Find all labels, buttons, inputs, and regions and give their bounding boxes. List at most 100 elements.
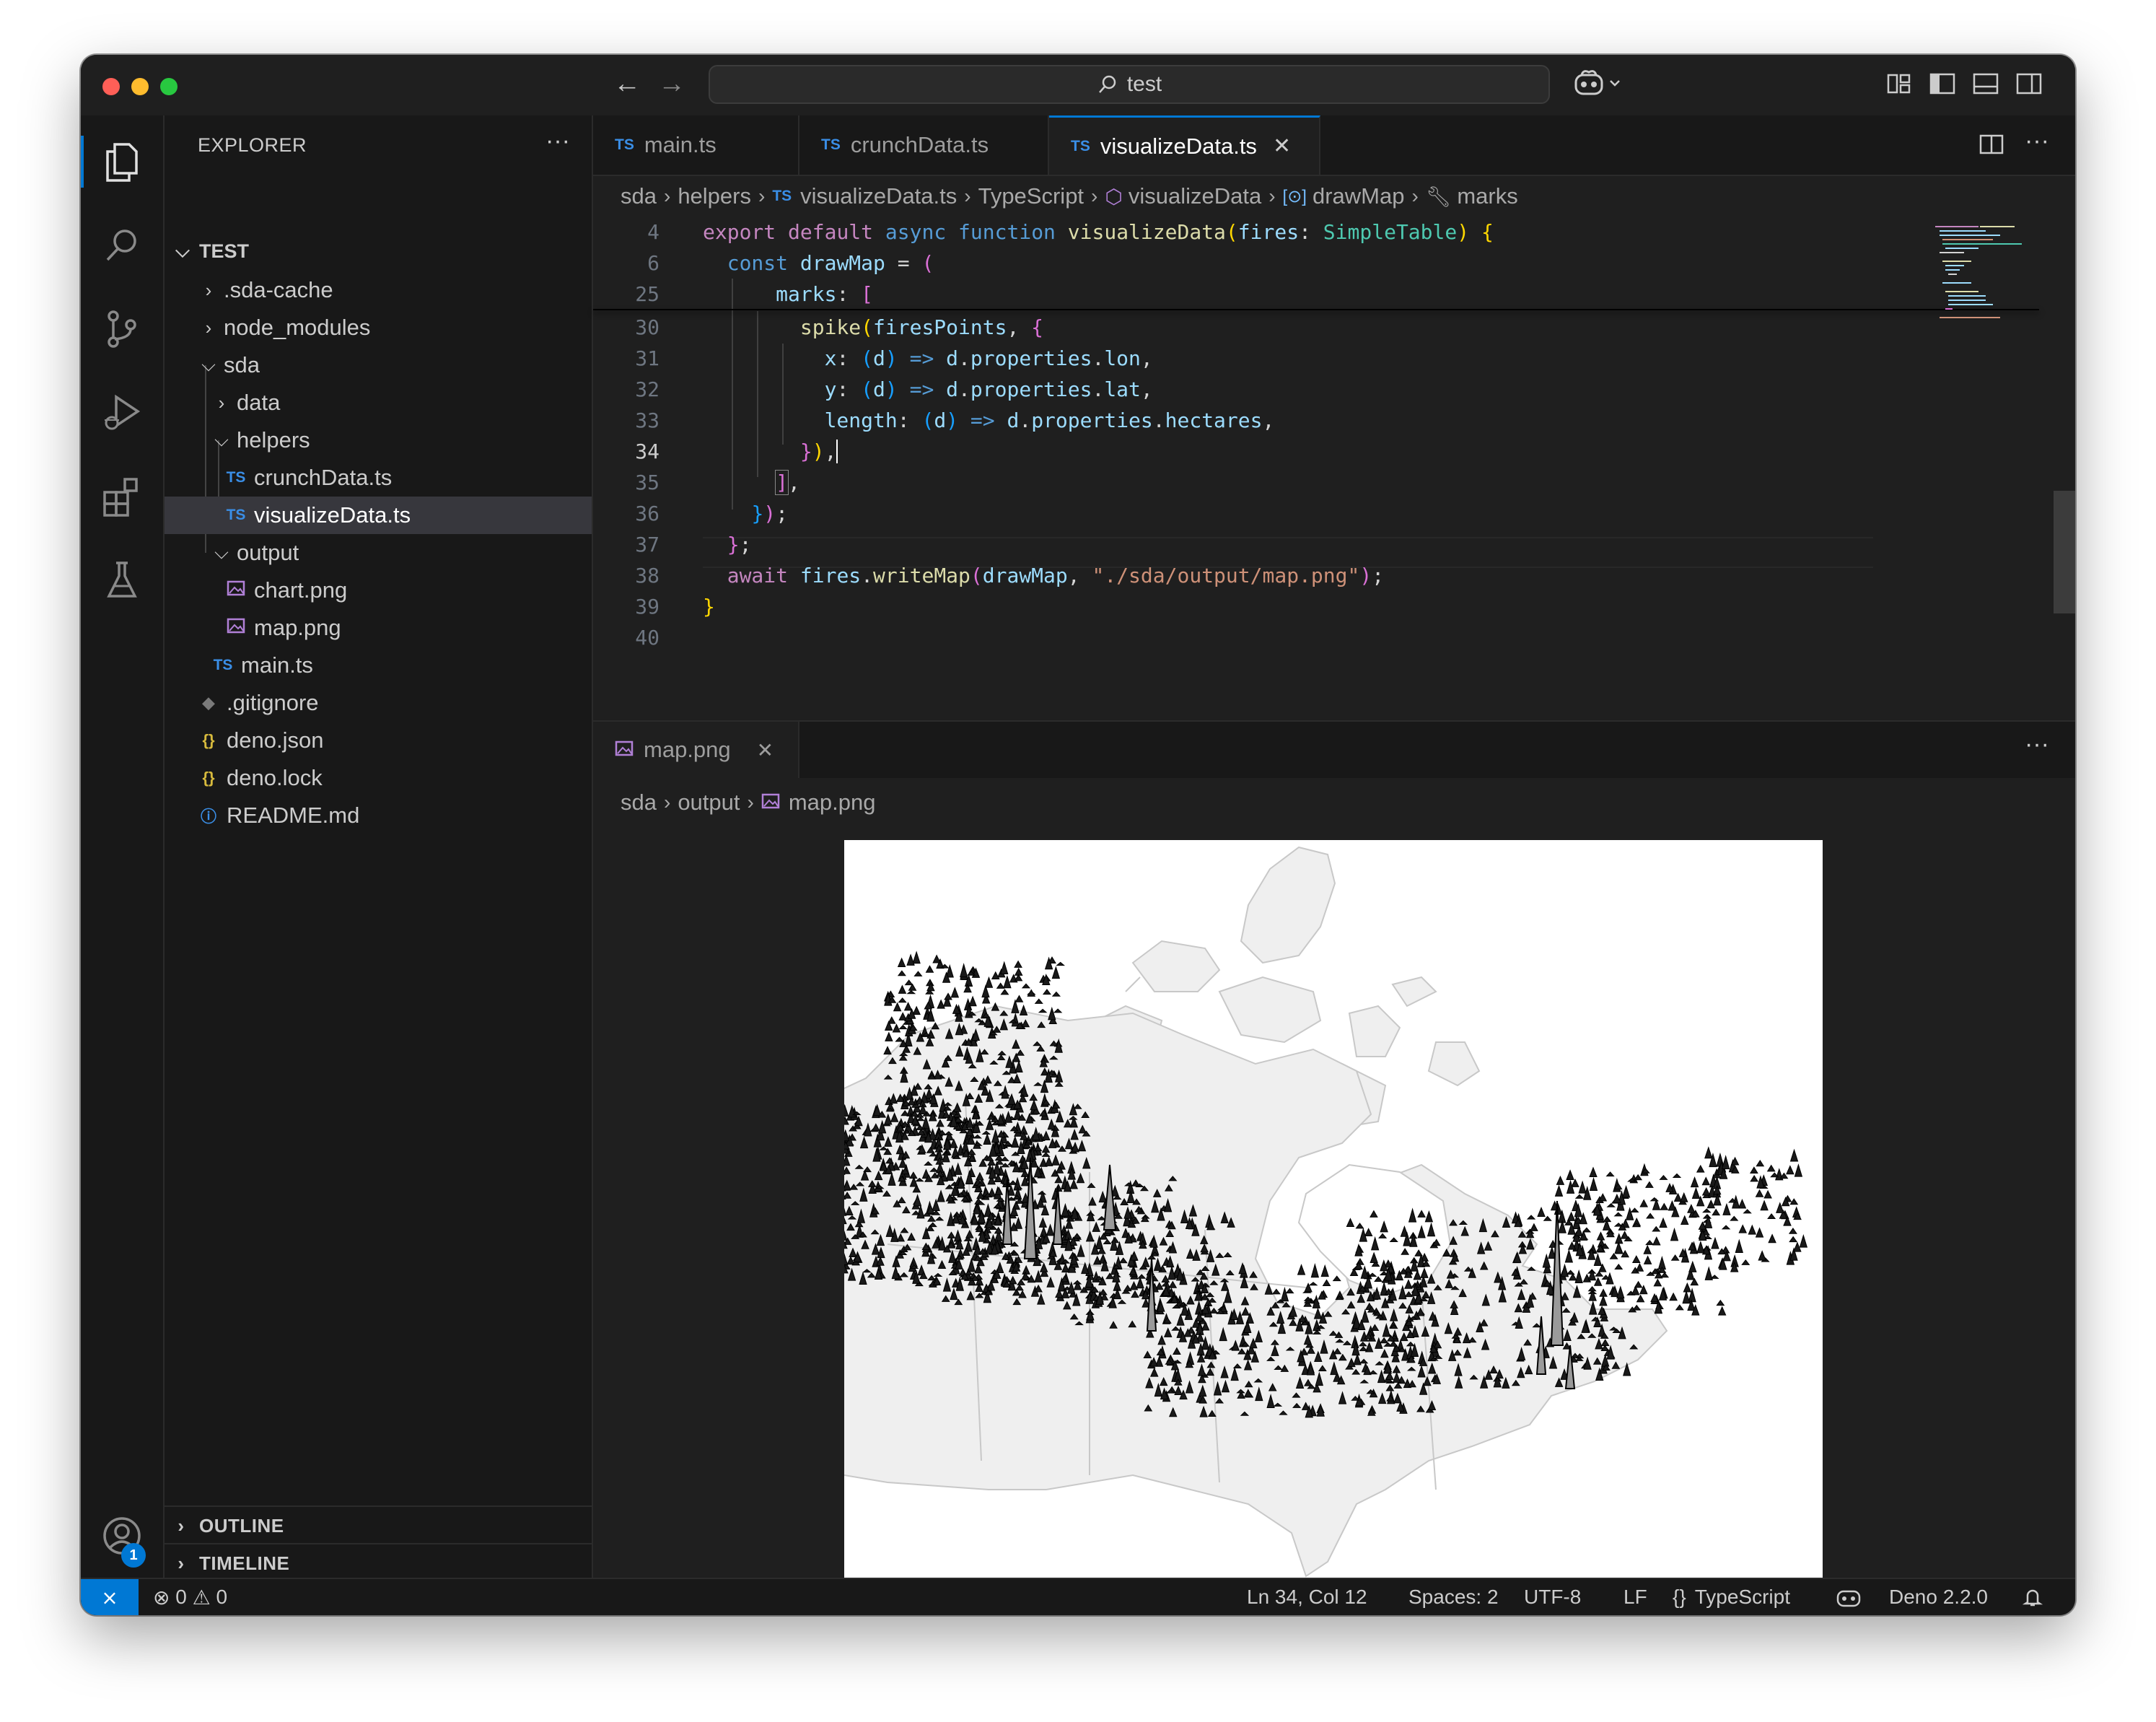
back-arrow-icon[interactable]: ←: [613, 69, 641, 98]
tree-item-helpers[interactable]: ⌵ helpers: [165, 421, 592, 459]
tree-item-sda-cache[interactable]: › .sda-cache: [165, 271, 592, 309]
fire-spike: [1053, 1008, 1063, 1013]
tree-item-main-ts[interactable]: TS main.ts: [165, 647, 592, 684]
timeline-section[interactable]: › TIMELINE: [165, 1543, 592, 1582]
fire-spike: [960, 963, 968, 978]
search-icon[interactable]: [81, 209, 163, 281]
tree-item-chart-png[interactable]: chart.png: [165, 572, 592, 609]
code-line: 36 });: [635, 502, 789, 525]
fire-spike: [1620, 1231, 1629, 1239]
search-icon: [1098, 75, 1116, 93]
fire-spike: [1760, 1199, 1769, 1211]
chevron-right-icon: ›: [758, 185, 766, 207]
code-editor[interactable]: 4 export default async function visualize…: [593, 217, 2039, 664]
fire-spike: [895, 1036, 904, 1042]
tab-visualizedata-ts[interactable]: TS visualizeData.ts ✕: [1049, 115, 1320, 175]
tree-item-deno-json[interactable]: {} deno.json: [165, 722, 592, 759]
tree-item-deno-lock[interactable]: {} deno.lock: [165, 759, 592, 797]
workspace-root[interactable]: ⌵ TEST: [165, 232, 592, 270]
tree-item-data[interactable]: › data: [165, 384, 592, 421]
fire-spike: [1042, 989, 1051, 995]
tree-item-output[interactable]: ⌵ output: [165, 534, 592, 572]
fire-spike: [1682, 1290, 1691, 1304]
breadcrumb-item[interactable]: visualizeData: [1129, 183, 1261, 209]
problems-indicator[interactable]: ⊗ 0 ⚠ 0: [153, 1579, 227, 1615]
tab-map-png[interactable]: map.png ✕: [593, 722, 799, 778]
customize-layout-icon[interactable]: [1885, 69, 1914, 102]
indentation[interactable]: Spaces: 2: [1408, 1579, 1499, 1615]
deno-version[interactable]: Deno 2.2.0: [1889, 1579, 1988, 1615]
tree-item-readme[interactable]: ⓘ README.md: [165, 797, 592, 834]
tab-main-ts[interactable]: TS main.ts: [593, 115, 799, 175]
editor-more-icon[interactable]: ···: [2025, 127, 2049, 155]
breadcrumb-item[interactable]: sda: [621, 790, 657, 816]
close-tab-icon[interactable]: ✕: [1273, 134, 1291, 159]
copilot-status-icon[interactable]: [1836, 1579, 1862, 1615]
breadcrumb-item[interactable]: visualizeData.ts: [800, 183, 957, 209]
explorer-icon[interactable]: [81, 126, 163, 198]
fire-spike: [932, 954, 941, 963]
fire-spike: [1038, 1008, 1048, 1013]
editor-scrollbar[interactable]: [2054, 491, 2075, 613]
fire-spike: [1659, 1175, 1668, 1180]
fire-spike: [1616, 1285, 1625, 1299]
pane-more-icon[interactable]: ···: [2025, 730, 2049, 759]
remote-indicator-icon[interactable]: ⨯: [81, 1579, 139, 1615]
explorer-more-icon[interactable]: ···: [545, 127, 570, 155]
breadcrumb-item[interactable]: sda: [621, 183, 657, 209]
fire-spike: [1000, 961, 1009, 975]
outline-section[interactable]: › OUTLINE: [165, 1505, 592, 1544]
breadcrumb-item[interactable]: TypeScript: [978, 183, 1084, 209]
tree-item-node-modules[interactable]: › node_modules: [165, 309, 592, 346]
fire-spike: [1574, 1194, 1585, 1199]
json-file-icon: {}: [202, 769, 215, 787]
testing-icon[interactable]: [81, 544, 163, 616]
fire-spike: [1587, 1285, 1597, 1292]
toggle-panel-icon[interactable]: [1971, 69, 2000, 102]
fire-spike: [1635, 1262, 1644, 1272]
forward-arrow-icon[interactable]: →: [658, 69, 685, 98]
code-line: 32 y: (d) => d.properties.lat,: [635, 377, 1153, 401]
fire-spike: [1632, 1304, 1642, 1311]
fire-spike: [1750, 1175, 1759, 1182]
fire-spike: [898, 984, 907, 994]
split-editor-icon[interactable]: [1977, 130, 2006, 162]
minimize-window-button[interactable]: [131, 78, 149, 95]
fire-spike: [1566, 1169, 1574, 1180]
minimap[interactable]: [1935, 224, 2029, 339]
tree-item-map-png[interactable]: map.png: [165, 609, 592, 647]
extensions-icon[interactable]: [81, 460, 163, 533]
line-ending[interactable]: LF: [1623, 1579, 1647, 1615]
breadcrumb-item[interactable]: output: [678, 790, 740, 816]
run-debug-icon[interactable]: [81, 377, 163, 449]
encoding[interactable]: UTF-8: [1524, 1579, 1581, 1615]
accounts-icon[interactable]: 1: [81, 1500, 163, 1572]
toggle-primary-sidebar-icon[interactable]: [1928, 69, 1957, 102]
fire-spike: [996, 982, 1005, 989]
fire-spike: [1643, 1255, 1652, 1264]
source-control-icon[interactable]: [81, 293, 163, 365]
tab-crunchdata-ts[interactable]: TS crunchData.ts: [799, 115, 1049, 175]
toggle-secondary-sidebar-icon[interactable]: [2015, 69, 2043, 102]
close-window-button[interactable]: [102, 78, 120, 95]
breadcrumb-item[interactable]: marks: [1457, 183, 1517, 209]
breadcrumb-item[interactable]: drawMap: [1313, 183, 1405, 209]
zoom-window-button[interactable]: [160, 78, 178, 95]
cursor-position[interactable]: Ln 34, Col 12: [1247, 1579, 1367, 1615]
breadcrumb-item[interactable]: helpers: [678, 183, 751, 209]
tree-item-crunchdata[interactable]: TS crunchData.ts: [165, 459, 592, 497]
tree-item-sda[interactable]: ⌵ sda: [165, 346, 592, 384]
fire-spike: [1566, 1211, 1576, 1221]
breadcrumb-item[interactable]: map.png: [789, 790, 876, 816]
tree-item-gitignore[interactable]: ◆ .gitignore: [165, 684, 592, 722]
close-tab-icon[interactable]: ✕: [757, 738, 774, 762]
fire-spike: [892, 1023, 901, 1033]
tree-item-visualizedata[interactable]: TS visualizeData.ts: [165, 497, 592, 534]
language-mode[interactable]: {} TypeScript: [1673, 1579, 1790, 1615]
fire-spike: [1738, 1224, 1748, 1233]
command-center-text: test: [1126, 72, 1162, 96]
copilot-icon[interactable]: [1573, 68, 1623, 103]
command-center-search[interactable]: test: [709, 65, 1550, 104]
code-line: 39}: [635, 595, 715, 619]
notifications-bell-icon[interactable]: [2022, 1579, 2043, 1615]
